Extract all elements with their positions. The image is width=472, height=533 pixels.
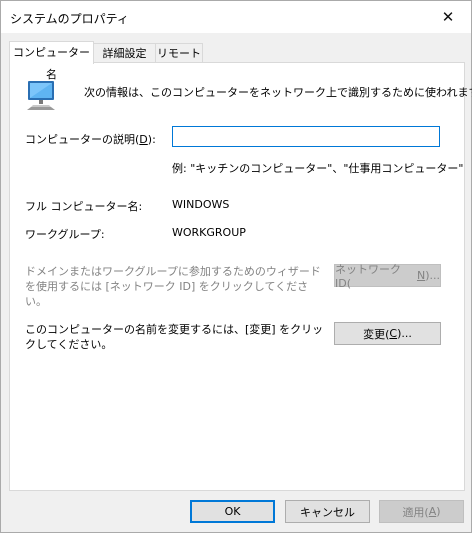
change-button-suffix: )... [397,327,412,340]
description-input[interactable] [172,126,440,147]
close-icon: ✕ [441,8,455,26]
description-label-prefix: コンピューターの説明( [25,133,140,146]
ok-button[interactable]: OK [190,500,275,523]
network-id-button-suffix: )... [425,269,440,282]
workgroup-label: ワークグループ: [25,228,105,241]
description-example: 例: "キッチンのコンピューター"、"仕事用コンピューター" [172,162,464,175]
description-label-key: D [139,133,148,146]
apply-button-key: A [428,505,437,518]
cancel-button[interactable]: キャンセル [285,500,370,523]
full-computer-name-value: WINDOWS [172,198,230,211]
tab-advanced[interactable]: 詳細設定 [93,43,156,63]
workgroup-value: WORKGROUP [172,226,246,239]
apply-button[interactable]: 適用(A) [379,500,464,523]
tab-computer-name[interactable]: コンピューター名 [9,41,94,81]
computer-name-panel: 次の情報は、このコンピューターをネットワーク上で識別するために使われます。 コン… [9,62,472,491]
network-id-button[interactable]: ネットワーク ID( N)... [334,263,441,290]
change-button-key: C [389,327,398,340]
apply-button-suffix: ) [436,505,441,518]
description-label: コンピューターの説明(D): [25,131,156,147]
system-properties-window: システムのプロパティ ✕ コンピューター名 詳細設定 リモート 次の情報は、この… [0,0,472,533]
change-button[interactable]: 変更(C)... [334,322,441,345]
rename-instructions: このコンピューターの名前を変更するには、[変更] をクリックしてください。 [25,323,324,351]
network-id-button-key: N [416,269,426,282]
window-title: システムのプロパティ [10,12,129,26]
full-computer-name-label: フル コンピューター名: [25,200,143,213]
network-id-instructions: ドメインまたはワークグループに参加するためのウィザードを使用するには [ネットワ… [25,265,321,308]
tab-remote[interactable]: リモート [155,43,203,63]
intro-text: 次の情報は、このコンピューターをネットワーク上で識別するために使われます。 [84,86,472,99]
title-bar[interactable]: システムのプロパティ ✕ [1,1,471,33]
close-button[interactable]: ✕ [425,1,471,33]
change-button-prefix: 変更( [363,327,390,341]
description-label-suffix: ): [147,133,156,146]
apply-button-prefix: 適用( [402,505,429,519]
network-id-button-prefix: ネットワーク ID( [335,263,401,290]
